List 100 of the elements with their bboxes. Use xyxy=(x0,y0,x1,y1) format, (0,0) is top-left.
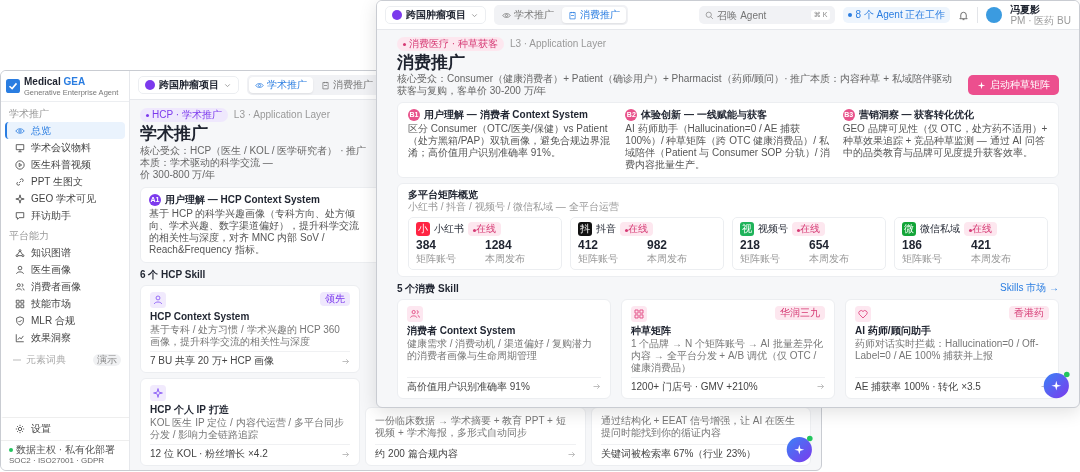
sidebar-item[interactable]: 消费者画像 xyxy=(5,278,125,295)
user-name: 冯夏影 xyxy=(1010,4,1042,15)
skill-description: 健康需求 / 消费动机 / 渠道偏好 / 复购潜力的消费者画像与生命周期管理 xyxy=(407,337,593,362)
status-badge: 在线 xyxy=(468,222,501,237)
sparkle-icon xyxy=(150,385,166,402)
skill-metric: 约 200 篇合规内容 xyxy=(375,448,458,461)
sidebar-item[interactable]: 技能市场 xyxy=(5,295,125,312)
sparkle-icon xyxy=(15,193,25,204)
description-text: 核心受众：HCP（医生 / KOL / 医学研究者） · 推广本质：学术驱动的科学交流 — xyxy=(140,145,368,170)
sidebar-item[interactable]: 总览 xyxy=(5,122,125,139)
pillar-title: 用户理解 — HCP Context System xyxy=(165,194,320,207)
tab[interactable]: 消费推广 xyxy=(315,77,379,93)
user-role: PM · 医药 BU xyxy=(1010,15,1071,26)
sidebar-item[interactable]: 医生画像 xyxy=(5,261,125,278)
status-badge: 在线 xyxy=(620,222,653,237)
skill-title: 种草矩阵 xyxy=(631,324,672,337)
platform-tile[interactable]: 视 视频号 在线 218 矩阵账号 654 本周发布 xyxy=(732,217,886,270)
skill-description: 1 个品牌 → N 个矩阵账号 → AI 批量差异化内容 → 全平台分发 + A/B 调优（仅 OTC / 健康消费品） xyxy=(631,337,824,374)
skill-description: 通过结构化 + EEAT 信号增强，让 AI 在医生提问时能找到你的循证内容 xyxy=(600,415,797,440)
skills-market-link[interactable]: Skills 市场 → xyxy=(1000,281,1059,294)
pillar-title: 用户理解 — 消费者 Context System xyxy=(424,109,588,122)
sidebar-item[interactable]: 医生科普视频 xyxy=(5,156,125,173)
certification-text: SOC2 · ISO27001 · GDPR xyxy=(9,456,106,466)
description-text: 价 300-800 万/年 xyxy=(140,169,217,182)
project-selector[interactable]: 跨国肿瘤项目 xyxy=(385,6,486,24)
sidebar-item[interactable]: MLR 合规 xyxy=(5,312,125,329)
platform-name: 微信私域 xyxy=(920,223,960,236)
platform-logo: 微 xyxy=(902,222,916,237)
skill-metric: 关键词被检索率 67%（行业 23%） xyxy=(600,448,757,461)
section-title: 学术推广 xyxy=(9,108,50,120)
status-badge: 在线 xyxy=(792,222,825,237)
arrow-icon[interactable] xyxy=(592,382,601,392)
skill-card[interactable]: 一份临床数据 → 学术摘要 + 教育 PPT + 短视频 + 学术海报，多形式自动同步 约 200 篇合规内容 xyxy=(365,407,586,467)
sidebar-item[interactable]: 学术会议物料 xyxy=(5,139,125,156)
agent-status[interactable]: 8 个 Agent 正在工作 xyxy=(843,7,951,23)
search-icon xyxy=(705,10,715,20)
assistant-button[interactable] xyxy=(786,435,814,463)
pillar-text: 基于 HCP 的科学兴趣画像（专科方向、处方倾向、学术兴趣、数字渠道偏好），提升科学交流的相关性与深度，对齐 MNC 内部 SoV / Reach&Frequency 指标。 xyxy=(149,208,360,257)
sidebar-item[interactable]: PPT 生图文 xyxy=(5,173,125,190)
chart-icon xyxy=(15,332,25,343)
stat-label: 本周发布 xyxy=(971,252,1012,265)
notification-bell-icon[interactable] xyxy=(958,9,970,21)
arrow-icon[interactable] xyxy=(341,356,351,366)
card-subtitle: 小红书 / 抖音 / 视频号 / 微信私域 — 全平台运营 xyxy=(408,201,620,214)
section-heading: 5 个消费 Skill xyxy=(397,282,459,295)
skill-metric: 12 位 KOL · 粉丝增长 ×4.2 xyxy=(150,448,268,461)
platform-logo: 小 xyxy=(416,222,430,237)
skill-title: 消费者 Context System xyxy=(407,324,517,337)
sidebar-item[interactable]: 知识图谱 xyxy=(5,244,125,261)
tab[interactable]: 消费推广 xyxy=(562,7,626,23)
assistant-button[interactable] xyxy=(1043,371,1071,399)
skill-description: 一份临床数据 → 学术摘要 + 教育 PPT + 短视频 + 学术海报，多形式自动同步 xyxy=(375,415,567,440)
skill-metric: AE 捕获率 100% · 转化 ×3.5 xyxy=(855,380,981,393)
skill-card[interactable]: 消费者 Context System 健康需求 / 消费动机 / 渠道偏好 / 复购潜力的消费者画像与生命周期管理 高价值用户识别准确率 91% xyxy=(397,298,611,399)
platform-tile[interactable]: 小 小红书 在线 384 矩阵账号 1284 本周发布 xyxy=(408,217,562,270)
arrow-icon[interactable] xyxy=(566,449,576,459)
people-icon xyxy=(407,305,423,322)
skill-card[interactable]: HCP 个人 IP 打造 KOL 医生 IP 定位 / 内容代运营 / 多平台同步分发 / 影响力全链路追踪 12 位 KOL · 粉丝增长 ×4.2 xyxy=(140,378,361,467)
status-text: 数据主权 · 私有化部署 xyxy=(9,444,121,457)
category-tag: HCP · 学术推广 xyxy=(140,108,228,122)
tab[interactable]: 学术推广 xyxy=(249,77,313,93)
settings-item[interactable]: 设置 xyxy=(1,417,129,441)
skill-card[interactable]: 领先 HCP Context System 基于专科 / 处方习惯 / 学术兴趣的 HCP 360 画像，提升科学交流的相关性与深度 7 BU 共享 20 万+ HCP 画像 xyxy=(140,285,361,374)
section-title: 平台能力 xyxy=(9,230,50,242)
stat-value: 1284 xyxy=(485,238,513,253)
layer-label: L3 · Application Layer xyxy=(509,38,607,50)
skill-card[interactable]: 华润三九 种草矩阵 1 个品牌 → N 个矩阵账号 → AI 批量差异化内容 → 全平台分发 + A/B 调优（仅 OTC / 健康消费品） 1200+ 门店号 · GMV +210% xyxy=(621,298,835,399)
chat-icon xyxy=(15,210,25,221)
skill-card[interactable]: 香港药 AI 药师/顾问助手 药师对话实时拦截：Hallucination=0 / Off-Label=0 / AE 100% 捕获并上报 AE 捕获率 100% · 转化 ×3.5 xyxy=(845,298,1059,399)
platform-tile[interactable]: 微 微信私域 在线 186 矩阵账号 421 本周发布 xyxy=(894,217,1048,270)
brand-name: Medical GEA xyxy=(24,75,87,88)
avatar[interactable] xyxy=(986,7,1003,23)
pillar-title: 体验创新 — 一线赋能与获客 xyxy=(641,109,767,122)
clipboard-icon xyxy=(568,10,577,20)
sidebar-item[interactable]: 效果洞察 xyxy=(5,329,125,346)
stat-label: 本周发布 xyxy=(647,252,688,265)
skill-description: KOL 医生 IP 定位 / 内容代运营 / 多平台同步分发 / 影响力全链路追踪 xyxy=(150,417,345,442)
sidebar-item[interactable]: 拜访助手 xyxy=(5,207,125,224)
platform-tile[interactable]: 抖 抖音 在线 412 矩阵账号 982 本周发布 xyxy=(570,217,724,270)
sidebar-item[interactable]: GEO 学术可见 xyxy=(5,190,125,207)
dash-icon xyxy=(13,359,21,361)
platform-name: 抖音 xyxy=(596,223,616,236)
arrow-icon[interactable] xyxy=(341,449,351,459)
skill-card[interactable]: 通过结构化 + EEAT 信号增强，让 AI 在医生提问时能找到你的循证内容 关键词被检索率 67%（行业 23%） xyxy=(590,407,811,467)
stat-label: 矩阵账号 xyxy=(902,252,943,265)
demo-badge: 演示 xyxy=(93,354,121,366)
stat-label: 本周发布 xyxy=(809,252,850,265)
link-icon xyxy=(15,176,25,187)
status-badge: 在线 xyxy=(964,222,997,237)
card-title: 多平台矩阵概览 xyxy=(408,189,479,202)
pillar-title: 营销洞察 — 获客转化优化 xyxy=(858,109,975,122)
tab[interactable]: 学术推广 xyxy=(496,7,560,23)
status-badge: 领先 xyxy=(320,292,351,307)
eye-icon xyxy=(255,80,264,90)
project-selector[interactable]: 跨国肿瘤项目 xyxy=(138,76,239,94)
person-icon xyxy=(150,292,166,309)
skill-metric: 1200+ 门店号 · GMV +210% xyxy=(631,380,758,393)
arrow-icon[interactable] xyxy=(816,382,825,392)
nodes-icon xyxy=(15,247,25,258)
skill-title: HCP Context System xyxy=(150,311,251,324)
